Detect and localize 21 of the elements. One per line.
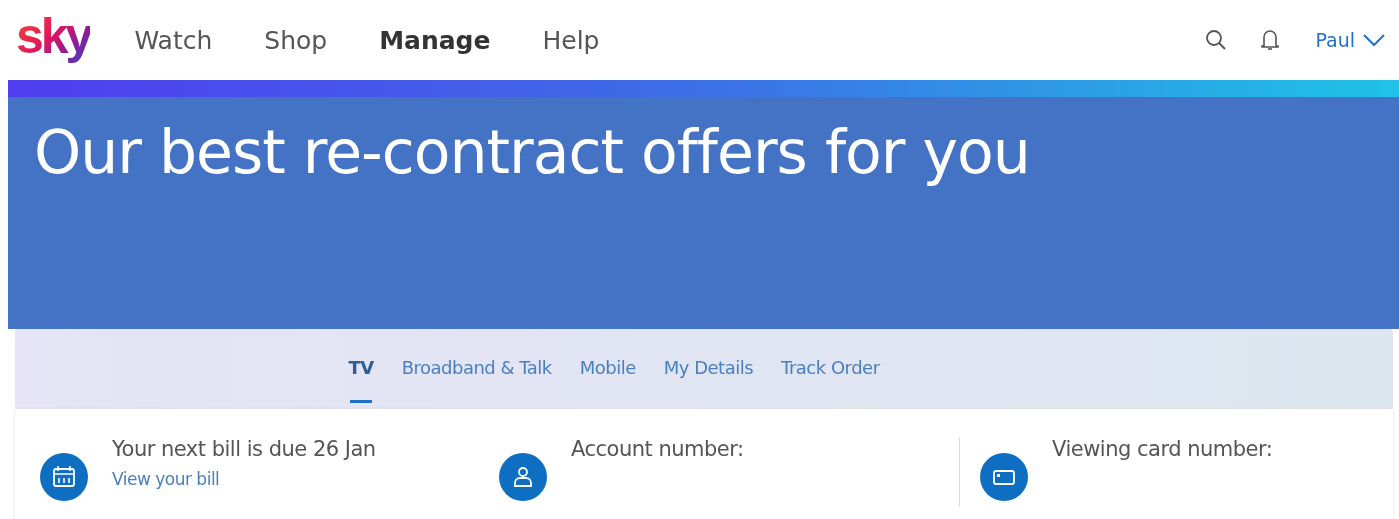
search-icon[interactable] (1205, 29, 1228, 51)
nav-link[interactable]: Help (534, 21, 608, 59)
chevron-icon (1363, 33, 1385, 47)
summary-title: Your next bill is due 26 Jan (112, 437, 376, 461)
tab[interactable]: My Details (654, 329, 763, 409)
card-icon (980, 453, 1028, 501)
user-menu[interactable]: Paul (1315, 29, 1385, 51)
nav-link[interactable]: Manage (371, 21, 499, 59)
tab[interactable]: Broadband & Talk (392, 329, 561, 409)
view-bill-link[interactable]: View your bill (112, 469, 220, 489)
tab[interactable]: Track Order (772, 329, 889, 409)
nav-link[interactable]: Watch (126, 21, 221, 59)
summary-title: Account number: (571, 437, 744, 461)
person-icon (499, 453, 547, 501)
banner-title: Our best re-contract offers for you (34, 117, 1031, 187)
bell-icon[interactable] (1259, 28, 1282, 52)
tab[interactable]: Mobile (570, 329, 645, 409)
summary-title: Viewing card number: (1052, 437, 1273, 461)
nav-link[interactable]: Shop (256, 21, 336, 59)
calendar-icon (40, 453, 88, 501)
tab[interactable]: TV (339, 329, 383, 409)
